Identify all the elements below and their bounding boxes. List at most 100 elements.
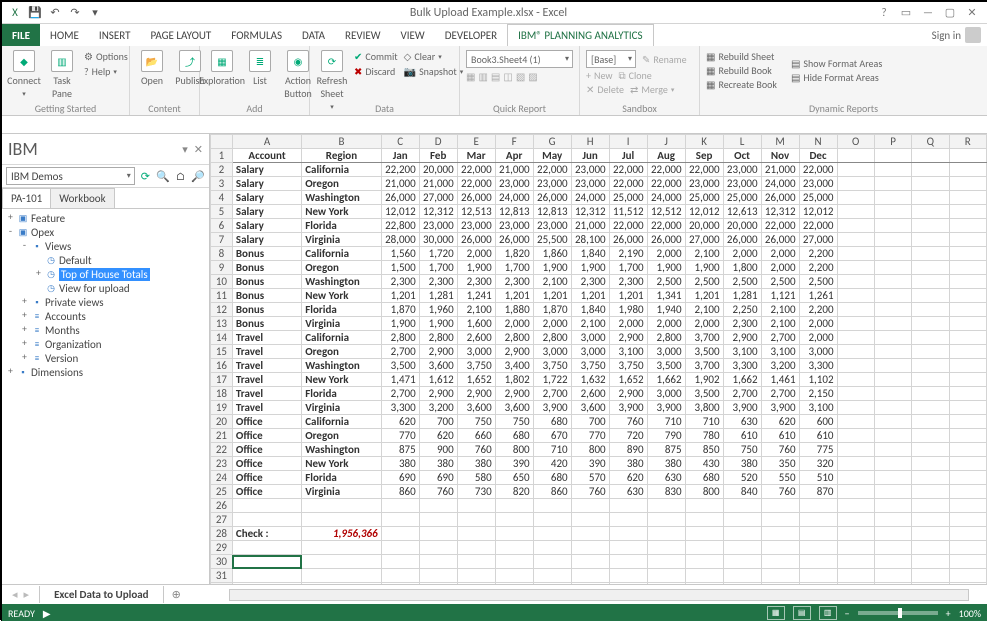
refresh-icon[interactable]: ⟳ [141,170,150,183]
row-header[interactable]: 15 [211,345,233,359]
row-header[interactable]: 26 [211,499,233,513]
tree-twisty-icon[interactable]: + [20,339,29,349]
row-header[interactable]: 23 [211,457,233,471]
qr-icon[interactable]: ▨ [528,70,537,83]
ribbon-tab-page-layout[interactable]: PAGE LAYOUT [140,24,221,46]
row-header[interactable]: 16 [211,359,233,373]
row-header[interactable]: 5 [211,205,233,219]
row-header[interactable]: 4 [211,191,233,205]
pane-menu-icon[interactable]: ▾ [182,143,188,156]
column-header[interactable]: R [949,135,986,149]
column-header[interactable]: B [302,135,382,149]
column-header[interactable]: P [874,135,911,149]
tree-twisty-icon[interactable]: + [20,311,29,321]
qr-icon[interactable]: ▤ [491,70,500,83]
qr-icon[interactable]: ◫ [503,70,512,83]
row-header[interactable]: 30 [211,555,233,569]
server-select[interactable]: IBM Demos [6,167,135,185]
add-sheet-icon[interactable]: ⊕ [164,588,189,601]
zoom-slider[interactable] [858,611,938,615]
hide-format-button[interactable]: ▤Hide Format Areas [791,71,882,84]
pane-close-icon[interactable]: ✕ [194,143,203,156]
zoom-level[interactable]: 100% [959,607,981,620]
view-break-icon[interactable]: ▥ [819,606,837,620]
view-normal-icon[interactable]: ▦ [767,606,785,620]
ribbon-tab-developer[interactable]: DEVELOPER [435,24,507,46]
ribbon-tab-review[interactable]: REVIEW [335,24,391,46]
column-header[interactable]: I [609,135,647,149]
row-header[interactable]: 17 [211,373,233,387]
column-header[interactable]: H [571,135,609,149]
tree-node[interactable]: +▪Private views [4,295,207,309]
tree-node[interactable]: +▣Feature [4,211,207,225]
column-header[interactable]: D [419,135,457,149]
rebuild-book-button[interactable]: ▦Rebuild Book [706,64,777,77]
recreate-book-button[interactable]: ▦Recreate Book [706,78,777,91]
show-format-button[interactable]: ▤Show Format Areas [791,57,882,70]
connect-button[interactable]: ◆Connect▾ [8,48,40,100]
open-button[interactable]: 📂Open [136,48,168,89]
column-header[interactable]: M [761,135,799,149]
row-header[interactable]: 7 [211,233,233,247]
column-header[interactable]: E [457,135,495,149]
row-header[interactable]: 14 [211,331,233,345]
row-header[interactable]: 9 [211,261,233,275]
row-header[interactable]: 25 [211,485,233,499]
help-icon[interactable]: ? [877,6,891,20]
column-header[interactable]: O [837,135,874,149]
tab-prev-icon[interactable]: ▸ [24,588,30,601]
row-header[interactable]: 22 [211,443,233,457]
row-header[interactable]: 19 [211,401,233,415]
horizontal-scrollbar[interactable] [229,589,969,601]
pane-tab-pa101[interactable]: PA-101 [2,188,51,208]
ribbon-tab-home[interactable]: HOME [40,24,89,46]
tree-node[interactable]: +≡Accounts [4,309,207,323]
home-icon[interactable]: ⌂ [176,170,186,183]
ribbon-tab-file[interactable]: FILE [2,24,40,46]
ribbon-display-icon[interactable]: ▭ [899,6,913,20]
qr-icon[interactable]: ▦ [466,70,475,83]
tree-twisty-icon[interactable]: + [20,353,29,363]
options-button[interactable]: ⚙Options [84,50,128,63]
tree-twisty-icon[interactable]: + [20,325,29,335]
find-icon[interactable]: 🔎 [191,170,205,183]
tab-first-icon[interactable]: ◂ [12,588,18,601]
column-header[interactable] [211,135,233,149]
search-icon[interactable]: 🔍 [156,170,170,183]
qat-customize-icon[interactable]: ▾ [88,6,102,20]
tree-twisty-icon[interactable]: + [6,367,15,377]
tree-node[interactable]: +▪Dimensions [4,365,207,379]
tree-node[interactable]: ◷Default [4,253,207,267]
tree-node[interactable]: +◷Top of House Totals [4,267,207,281]
snapshot-button[interactable]: 📷Snapshot▾ [404,65,464,78]
row-header[interactable]: 18 [211,387,233,401]
tree-node[interactable]: +≡Version [4,351,207,365]
qr-icon[interactable]: ▧ [516,70,525,83]
sheet-tab[interactable]: Excel Data to Upload [39,586,164,603]
task-pane-button[interactable]: ▥Task Pane [46,48,78,102]
row-header[interactable]: 3 [211,177,233,191]
redo-icon[interactable]: ↷ [68,6,82,20]
list-button[interactable]: ≣List [244,48,276,89]
row-header[interactable]: 28 [211,527,233,541]
tree-twisty-icon[interactable]: + [20,297,29,307]
ribbon-tab-data[interactable]: DATA [292,24,335,46]
exploration-button[interactable]: ▦Exploration [206,48,238,89]
row-header[interactable]: 32 [211,583,233,585]
view-layout-icon[interactable]: ▤ [793,606,811,620]
tree-twisty-icon[interactable]: + [34,269,43,279]
rebuild-sheet-button[interactable]: ▦Rebuild Sheet [706,50,777,63]
sandbox-select[interactable]: [Base] [586,50,636,68]
row-header[interactable]: 10 [211,275,233,289]
ribbon-tab-formulas[interactable]: FORMULAS [221,24,292,46]
row-header[interactable]: 12 [211,303,233,317]
row-header[interactable]: 1 [211,149,233,163]
column-header[interactable]: Q [912,135,949,149]
tree-twisty-icon[interactable]: + [6,213,15,223]
undo-icon[interactable]: ↶ [48,6,62,20]
clear-button[interactable]: ◇Clear▾ [404,50,464,63]
ribbon-tab-view[interactable]: VIEW [391,24,435,46]
row-header[interactable]: 27 [211,513,233,527]
row-header[interactable]: 24 [211,471,233,485]
save-icon[interactable]: 💾 [28,6,42,20]
